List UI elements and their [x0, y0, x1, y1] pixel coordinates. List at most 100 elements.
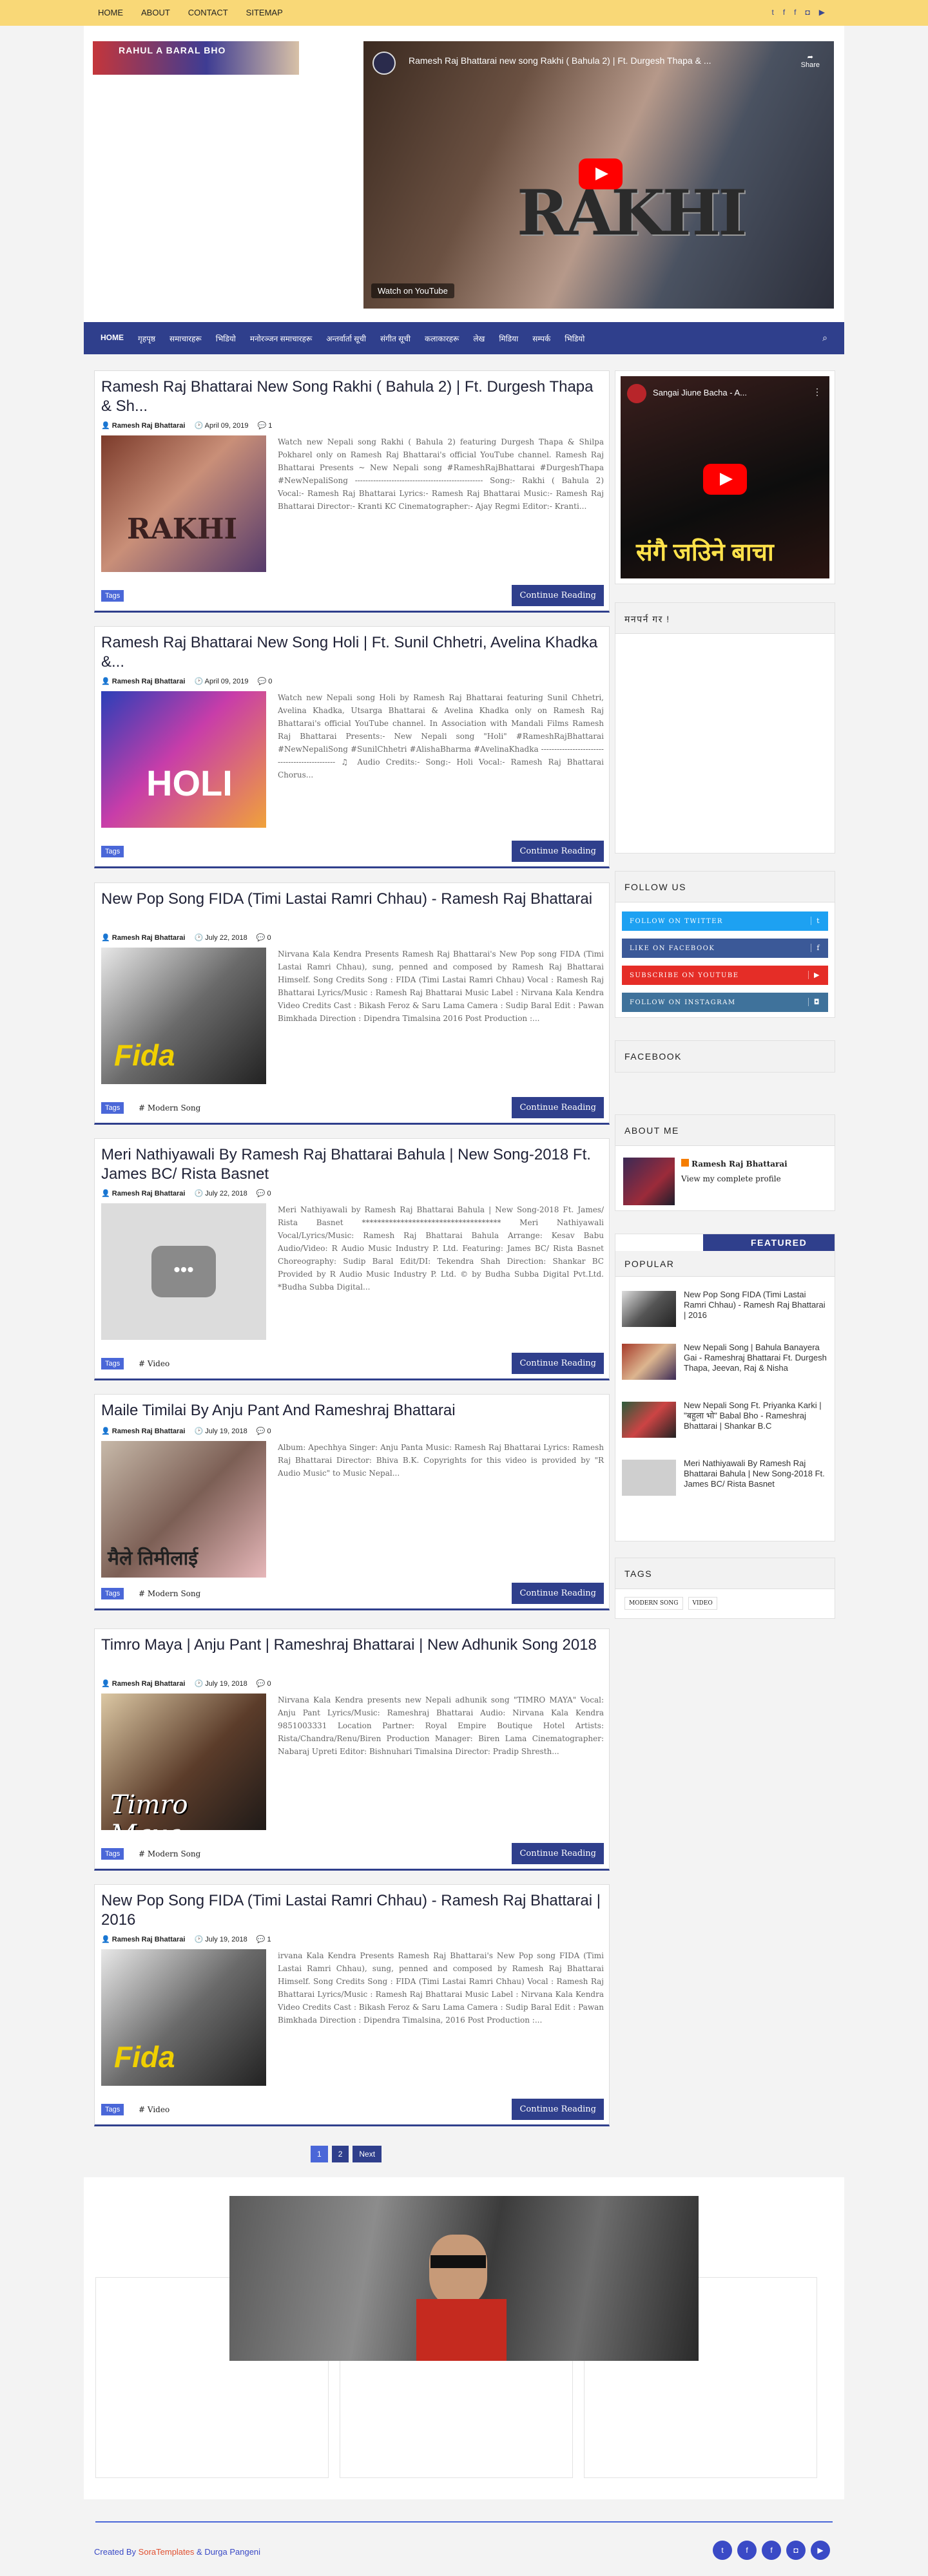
nav-item[interactable]: सम्पर्क — [532, 333, 550, 344]
post-author[interactable]: 👤 Ramesh Raj Bhattarai — [101, 677, 185, 685]
continue-reading-button[interactable]: Continue Reading — [512, 2099, 604, 2120]
play-button[interactable] — [579, 158, 623, 189]
post-thumbnail[interactable]: Timro Maya — [101, 1693, 266, 1830]
twitter-icon[interactable]: t — [713, 2541, 732, 2560]
post-thumbnail[interactable]: HOLI — [101, 691, 266, 828]
continue-reading-button[interactable]: Continue Reading — [512, 1097, 604, 1118]
nav-item[interactable]: लेख — [473, 333, 485, 344]
avatar[interactable] — [623, 1158, 675, 1205]
post-title[interactable]: Maile Timilai By Anju Pant And Rameshraj… — [101, 1401, 604, 1420]
next-page-button[interactable]: Next — [353, 2146, 382, 2162]
watch-on-youtube[interactable]: Watch on YouTube — [371, 283, 454, 298]
continue-reading-button[interactable]: Continue Reading — [512, 585, 604, 606]
top-nav-contact[interactable]: CONTACT — [188, 8, 228, 17]
comment-count[interactable]: 💬 0 — [256, 1679, 271, 1688]
instagram-icon[interactable]: ◘ — [806, 8, 810, 17]
facebook-icon[interactable]: f — [762, 2541, 781, 2560]
follow-instagram-button[interactable]: FOLLOW ON INSTAGRAM ◘ — [622, 993, 828, 1012]
post-label[interactable]: # Modern Song — [139, 1849, 200, 1858]
video-title[interactable]: Ramesh Raj Bhattarai new song Rakhi ( Ba… — [409, 55, 769, 66]
nav-item[interactable]: मनोरञ्जन समाचारहरू — [250, 333, 312, 344]
nav-item[interactable]: गृहपृष्ठ — [138, 333, 155, 344]
continue-reading-button[interactable]: Continue Reading — [512, 841, 604, 862]
post-author[interactable]: 👤 Ramesh Raj Bhattarai — [101, 421, 185, 430]
post-author[interactable]: 👤 Ramesh Raj Bhattarai — [101, 1679, 185, 1688]
twitter-icon[interactable]: t — [771, 8, 773, 17]
author-link[interactable]: Durga Pangeni — [204, 2547, 260, 2557]
post-author[interactable]: 👤 Ramesh Raj Bhattarai — [101, 1427, 185, 1435]
soratemplates-link[interactable]: SoraTemplates — [139, 2547, 195, 2557]
search-icon[interactable]: ⌕ — [822, 332, 827, 343]
post-title[interactable]: Meri Nathiyawali By Ramesh Raj Bhattarai… — [101, 1145, 604, 1184]
sidebar-video-player[interactable]: Sangai Jiune Bacha - A... ⋮ संगै जउिने ब… — [621, 376, 829, 578]
footer-social: t f f ◘ ▶ — [713, 2541, 830, 2560]
more-options-icon[interactable]: ⋮ — [813, 386, 822, 397]
post-label[interactable]: # Video — [139, 2105, 169, 2114]
comment-count[interactable]: 💬 1 — [256, 1935, 271, 1943]
post-label[interactable]: # Modern Song — [139, 1103, 200, 1112]
post-label[interactable]: # Video — [139, 1359, 169, 1368]
top-nav-sitemap[interactable]: SITEMAP — [246, 8, 283, 17]
facebook-icon[interactable]: f — [794, 8, 796, 17]
widget-title: FACEBOOK — [615, 1041, 835, 1072]
youtube-icon[interactable]: ▶ — [819, 8, 825, 17]
facebook-icon[interactable]: f — [737, 2541, 757, 2560]
share-button[interactable]: ➦ Share — [801, 53, 820, 69]
continue-reading-button[interactable]: Continue Reading — [512, 1583, 604, 1604]
page-1-button[interactable]: 1 — [311, 2146, 328, 2162]
page-2-button[interactable]: 2 — [331, 2146, 349, 2162]
post-title[interactable]: Ramesh Raj Bhattarai New Song Rakhi ( Ba… — [101, 377, 604, 416]
continue-reading-button[interactable]: Continue Reading — [512, 1353, 604, 1374]
post-thumbnail[interactable]: ••• — [101, 1203, 266, 1340]
comment-count[interactable]: 💬 0 — [256, 933, 271, 942]
post-author[interactable]: 👤 Ramesh Raj Bhattarai — [101, 1935, 185, 1943]
post-thumbnail[interactable]: Fida — [101, 1949, 266, 2086]
post-title[interactable]: Timro Maya | Anju Pant | Rameshraj Bhatt… — [101, 1636, 604, 1655]
post-title[interactable]: Ramesh Raj Bhattarai New Song Holi | Ft.… — [101, 633, 604, 672]
post-label[interactable]: # Modern Song — [139, 1589, 200, 1598]
youtube-icon[interactable]: ▶ — [811, 2541, 830, 2560]
post-thumbnail[interactable]: Fida — [101, 948, 266, 1084]
post-thumbnail[interactable]: मैले तिमीलाई — [101, 1441, 266, 1578]
comment-count[interactable]: 💬 0 — [256, 1427, 271, 1435]
view-profile-link[interactable]: View my complete profile — [681, 1174, 781, 1183]
video-title[interactable]: Sangai Jiune Bacha - A... — [653, 388, 747, 397]
post-date: 🕑 April 09, 2019 — [194, 678, 249, 685]
nav-item[interactable]: भिडियो — [565, 333, 585, 344]
popular-item[interactable]: New Nepali Song Ft. Priyanka Karki | "बह… — [622, 1397, 828, 1442]
facebook-icon[interactable]: f — [783, 8, 785, 17]
instagram-icon[interactable]: ◘ — [786, 2541, 806, 2560]
tag-modern-song[interactable]: MODERN SONG — [624, 1597, 683, 1610]
post-snippet: Nirvana Kala Kendra Presents Ramesh Raj … — [278, 949, 604, 1023]
post-title[interactable]: New Pop Song FIDA (Timi Lastai Ramri Chh… — [101, 1891, 604, 1930]
site-logo[interactable]: RAHUL A BARAL BHO — [93, 41, 299, 75]
follow-twitter-button[interactable]: FOLLOW ON TWITTER t — [622, 911, 828, 931]
like-facebook-button[interactable]: LIKE ON FACEBOOK f — [622, 939, 828, 958]
top-nav-about[interactable]: ABOUT — [141, 8, 170, 17]
nav-item-home[interactable]: HOME — [101, 333, 124, 344]
nav-item[interactable]: मिडिया — [499, 333, 518, 344]
popular-item[interactable]: Meri Nathiyawali By Ramesh Raj Bhattarai… — [622, 1455, 828, 1500]
top-nav-home[interactable]: HOME — [98, 8, 123, 17]
subscribe-youtube-button[interactable]: SUBSCRIBE ON YOUTUBE ▶ — [622, 966, 828, 985]
post-author[interactable]: 👤 Ramesh Raj Bhattarai — [101, 1189, 185, 1197]
comment-count[interactable]: 💬 0 — [256, 1189, 271, 1197]
header-video-player[interactable]: Ramesh Raj Bhattarai new song Rakhi ( Ba… — [363, 41, 834, 309]
continue-reading-button[interactable]: Continue Reading — [512, 1843, 604, 1864]
popular-item[interactable]: New Nepali Song | Bahula Banayera Gai - … — [622, 1339, 828, 1384]
nav-item[interactable]: अन्तर्वार्ता सूची — [326, 333, 366, 344]
post-card: Meri Nathiyawali By Ramesh Raj Bhattarai… — [94, 1138, 610, 1380]
nav-item[interactable]: समाचारहरू — [169, 333, 202, 344]
nav-item[interactable]: भिडियो — [216, 333, 236, 344]
comment-count[interactable]: 💬 0 — [258, 677, 273, 685]
popular-item[interactable]: New Pop Song FIDA (Timi Lastai Ramri Chh… — [622, 1286, 828, 1331]
post-thumbnail[interactable]: RAKHI — [101, 435, 266, 572]
nav-item[interactable]: कलाकारहरू — [425, 333, 459, 344]
comment-count[interactable]: 💬 1 — [258, 421, 273, 430]
post-title[interactable]: New Pop Song FIDA (Timi Lastai Ramri Chh… — [101, 890, 604, 909]
play-button[interactable] — [703, 464, 747, 495]
about-name[interactable]: Ramesh Raj Bhattarai — [691, 1159, 788, 1169]
post-author[interactable]: 👤 Ramesh Raj Bhattarai — [101, 933, 185, 942]
nav-item[interactable]: संगीत सूची — [380, 333, 411, 344]
tag-video[interactable]: VIDEO — [688, 1597, 717, 1610]
